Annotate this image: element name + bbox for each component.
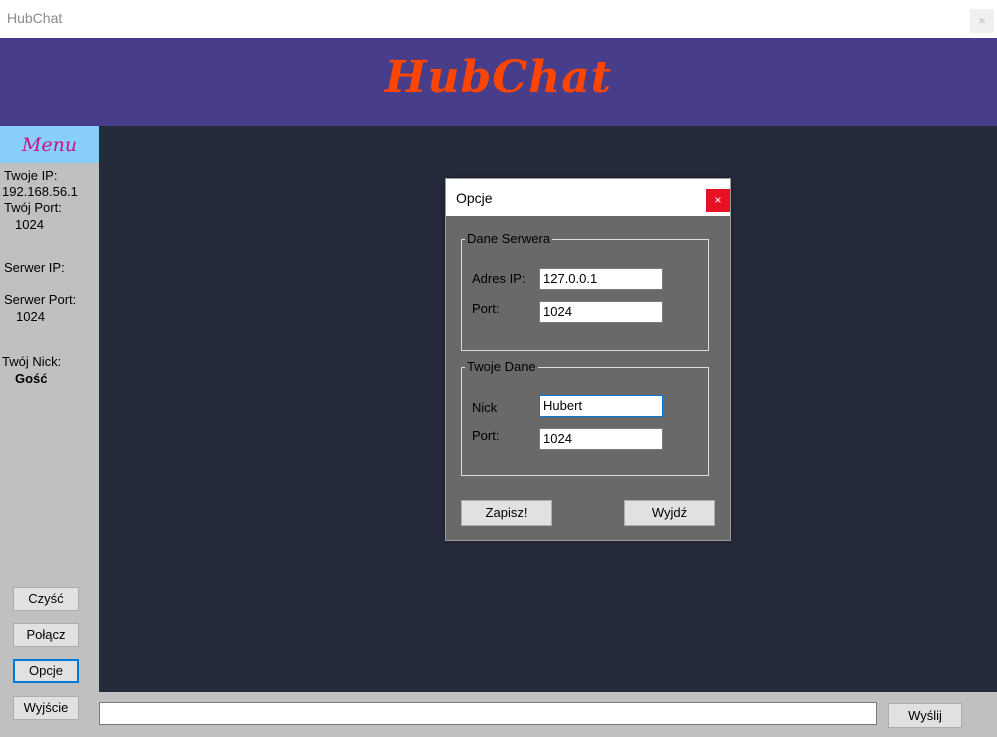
save-button[interactable]: Zapisz! [461, 500, 552, 526]
server-ip-label: Serwer IP: [4, 260, 65, 275]
menu-header: Menu [0, 126, 99, 163]
user-data-group: Twoje Dane Nick Hubert Port: 1024 [461, 359, 709, 476]
user-port-field-label: Port: [472, 428, 500, 443]
window-title: HubChat [7, 10, 63, 26]
server-port-field-label: Port: [472, 301, 500, 316]
dialog-close-icon[interactable]: × [706, 189, 730, 212]
window-close-icon[interactable]: × [970, 9, 994, 33]
server-data-legend: Dane Serwera [465, 231, 553, 246]
header-banner: HubChat [0, 38, 997, 126]
dialog-title: Opcje [456, 190, 493, 206]
options-button[interactable]: Opcje [13, 659, 79, 683]
clear-button[interactable]: Czyść [13, 587, 79, 611]
user-data-legend: Twoje Dane [465, 359, 538, 374]
server-port-value: 1024 [16, 309, 45, 324]
dialog-exit-button[interactable]: Wyjdź [624, 500, 715, 526]
nick-field-label: Nick [472, 400, 498, 415]
options-dialog: Opcje × Dane Serwera Adres IP: 127.0.0.1… [445, 178, 731, 541]
server-data-group: Dane Serwera Adres IP: 127.0.0.1 Port: 1… [461, 231, 709, 351]
dialog-title-bar: Opcje × [446, 179, 730, 216]
server-ip-field-label: Adres IP: [472, 271, 526, 286]
your-port-label: Twój Port: [4, 200, 62, 215]
server-port-field[interactable]: 1024 [539, 301, 663, 323]
nick-field[interactable]: Hubert [539, 395, 663, 417]
connect-button[interactable]: Połącz [13, 623, 79, 647]
message-bar: Wyślij [99, 692, 997, 737]
your-port-value: 1024 [15, 217, 44, 232]
server-port-label: Serwer Port: [4, 292, 77, 307]
menu-title: Menu [21, 134, 78, 156]
nick-value: Gość [15, 371, 48, 386]
user-port-field[interactable]: 1024 [539, 428, 663, 450]
your-ip-value: 192.168.56.1 [2, 184, 78, 199]
app-logo: HubChat [384, 52, 613, 103]
sidebar: Menu Twoje IP: 192.168.56.1 Twój Port: 1… [0, 126, 99, 737]
nick-label: Twój Nick: [2, 354, 62, 369]
message-input[interactable] [99, 702, 877, 725]
exit-button[interactable]: Wyjście [13, 696, 79, 720]
your-ip-label: Twoje IP: [4, 168, 58, 183]
server-ip-field[interactable]: 127.0.0.1 [539, 268, 663, 290]
title-bar: HubChat × [0, 0, 997, 38]
send-button[interactable]: Wyślij [888, 703, 962, 728]
